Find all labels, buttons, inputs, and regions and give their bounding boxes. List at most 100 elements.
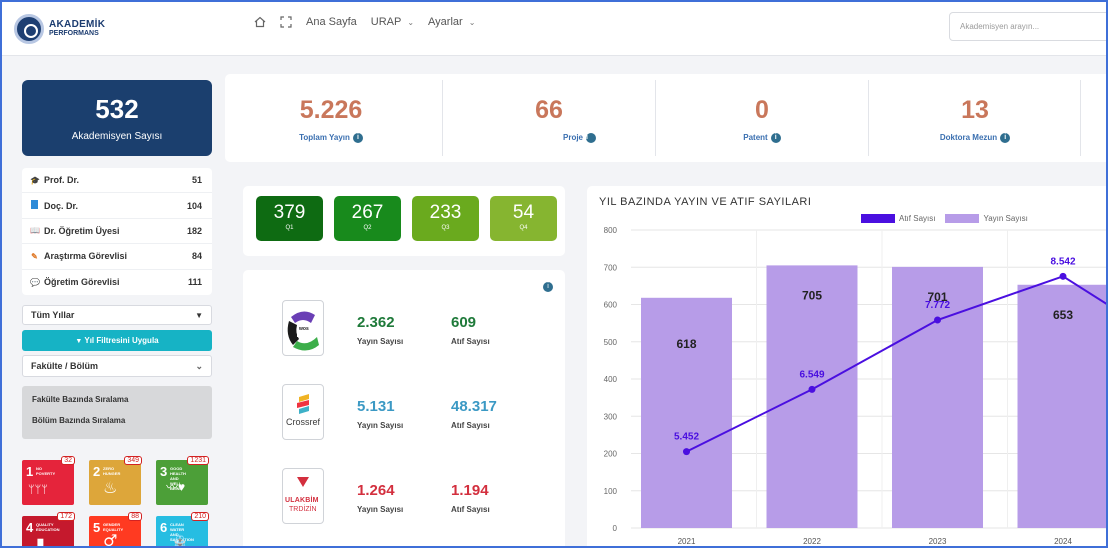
info-icon[interactable]: i	[543, 282, 553, 292]
x-tick-label: 2023	[929, 537, 947, 546]
sidebar: 532 Akademisyen Sayısı 🎓 Prof. Dr. 51 Doç…	[19, 76, 215, 548]
chevron-down-icon: ⌄	[195, 360, 203, 371]
citations-value-label: 8.542	[1050, 256, 1075, 267]
chart-legend: Atıf Sayısı Yayın Sayısı	[861, 214, 1038, 223]
chevron-down-icon: ⌄	[407, 17, 415, 27]
rank-count: 111	[187, 277, 202, 288]
chevron-down-icon: ⌄	[468, 17, 476, 27]
rank-count: 104	[186, 200, 202, 211]
sdg-tile-4[interactable]: 4 QUALITY EDUCATION ▮ 172	[22, 512, 75, 548]
stat-phd-graduates: 13 Doktora Mezun i	[869, 74, 1081, 162]
fullscreen-icon[interactable]	[280, 16, 292, 28]
bar-value-label: 705	[802, 288, 822, 302]
info-icon[interactable]: i	[352, 133, 363, 143]
nav-item-settings[interactable]: Ayarlar ⌄	[428, 16, 475, 28]
sort-by-faculty-link[interactable]: Fakülte Bazında Sıralama	[22, 386, 212, 404]
info-icon[interactable]: i	[586, 133, 597, 143]
info-icon[interactable]: i	[770, 133, 781, 143]
x-tick-label: 2024	[1054, 537, 1072, 546]
sdg-count-badge: 88	[128, 512, 142, 521]
rank-count: 84	[191, 251, 202, 262]
rank-item-prof[interactable]: 🎓 Prof. Dr. 51	[22, 168, 212, 194]
y-tick-label: 0	[613, 524, 618, 533]
wos-publications: 2.362	[357, 314, 395, 331]
logo-subtitle: PERFORMANS	[49, 30, 99, 37]
quartile-panel: 379 Q1 267 Q2 233 Q3 54 Q4	[243, 186, 565, 256]
sdg-tile-5[interactable]: 5 GENDER EQUALITY ⚥ 88	[89, 512, 142, 548]
water-icon: ⛲	[170, 536, 190, 548]
chat-icon: 💬	[30, 277, 40, 287]
quartile-q1[interactable]: 379 Q1	[256, 196, 323, 241]
rank-item-dr-ogr[interactable]: 📖 Dr. Öğretim Üyesi 182	[22, 219, 212, 245]
rank-item-ogr-gor[interactable]: 💬 Öğretim Görevlisi 111	[22, 270, 212, 295]
sdg-tile-1[interactable]: 1 NO POVERTY ᛘᛘᛘ 32	[22, 456, 75, 505]
main-nav: Ana Sayfa URAP ⌄ Ayarlar ⌄	[254, 16, 489, 28]
filter-icon: ▼	[75, 338, 83, 345]
open-book-icon: 📖	[30, 226, 40, 236]
citations-point	[808, 385, 816, 393]
index-sources-panel: i wos 2.362 Yayın Sayısı 609 Atıf Sayısı…	[243, 270, 565, 546]
wos-logo[interactable]: wos	[282, 300, 324, 356]
bar-2021	[641, 297, 732, 528]
info-icon[interactable]: i	[1000, 133, 1011, 143]
nav-item-urap[interactable]: URAP ⌄	[371, 16, 414, 28]
legend-item-citations[interactable]: Atıf Sayısı	[861, 214, 935, 223]
bar-2022	[766, 265, 858, 528]
food-bowl-icon: ♨	[103, 480, 118, 497]
crossref-publications: 5.131	[357, 398, 395, 415]
sdg-count-badge: 210	[191, 512, 209, 521]
logo-emblem-icon	[14, 14, 44, 44]
y-tick-label: 200	[604, 450, 618, 459]
rank-item-ar-gor[interactable]: ✎ Araştırma Görevlisi 84	[22, 244, 212, 270]
faculty-department-select[interactable]: Fakülte / Bölüm ⌄	[22, 355, 212, 377]
sdg-count-badge: 349	[124, 456, 142, 465]
quartile-q2[interactable]: 267 Q2	[334, 196, 401, 241]
gender-equality-icon: ⚥	[103, 536, 118, 548]
quartile-q3[interactable]: 233 Q3	[412, 196, 479, 241]
sdg-tile-3[interactable]: 3 GOOD HEALTH AND WELL-BEING 〰♥ 1231	[156, 456, 209, 505]
app-window: AKADEMİK PERFORMANS Ana Sayfa URAP ⌄ Ayar…	[0, 0, 1108, 548]
rank-list: 🎓 Prof. Dr. 51 Doç. Dr. 104 📖 Dr. Öğretim …	[22, 168, 212, 295]
caret-down-icon: ▼	[195, 310, 203, 320]
x-tick-label: 2022	[803, 537, 821, 546]
sdg-tile-6[interactable]: 6 CLEAN WATER AND SANITATION ⛲ 210	[156, 512, 209, 548]
home-icon[interactable]	[254, 16, 266, 28]
yearly-chart: 0 100 200 300 400 500 600 700 800 618 2021 705 2022 7…	[604, 226, 1106, 546]
trdizin-logo[interactable]: ULAKBİM TRDİZİN	[282, 468, 324, 524]
summary-stats-card: 5.226 Toplam Yayın i 66 Proje i 0 Patent i …	[225, 74, 1106, 162]
rank-count: 182	[186, 225, 202, 236]
trdizin-citations: 1.194	[451, 482, 489, 499]
x-tick-label: 2021	[678, 537, 696, 546]
apply-year-filter-button[interactable]: ▼ Yıl Filtresini Uygula	[22, 330, 212, 351]
sdg-tile-2[interactable]: 2 ZERO HUNGER ♨ 349	[89, 456, 142, 505]
heartbeat-icon: 〰♥	[166, 480, 186, 494]
year-select[interactable]: Tüm Yıllar ▼	[22, 305, 212, 325]
pencil-icon: ✎	[31, 251, 38, 261]
y-tick-label: 600	[604, 301, 618, 310]
y-tick-label: 500	[604, 338, 618, 347]
sdg-count-badge: 172	[57, 512, 75, 521]
logo-title: AKADEMİK	[49, 19, 106, 30]
rank-item-doc[interactable]: Doç. Dr. 104	[22, 193, 212, 219]
citations-point	[934, 316, 941, 324]
stat-total-publications: 5.226 Toplam Yayın i	[299, 96, 363, 143]
app-logo[interactable]: AKADEMİK PERFORMANS	[14, 14, 105, 44]
academic-count-label: Akademisyen Sayısı	[71, 131, 163, 142]
sdg-count-badge: 1231	[187, 456, 209, 465]
yearly-chart-panel: 0 100 200 300 400 500 600 700 800 618 2021 705 2022 7…	[587, 186, 1106, 546]
y-tick-label: 100	[604, 487, 618, 496]
y-tick-label: 300	[604, 412, 618, 421]
bar-value-label: 653	[1053, 308, 1073, 322]
citations-point	[683, 448, 690, 456]
sort-by-department-link[interactable]: Bölüm Bazında Sıralama	[22, 404, 212, 425]
citations-value-label: 6.549	[799, 369, 824, 380]
bar-value-label: 618	[676, 337, 696, 351]
quartile-q4[interactable]: 54 Q4	[490, 196, 557, 241]
academic-count-value: 532	[95, 94, 139, 124]
education-icon: ▮	[36, 536, 45, 548]
nav-item-home[interactable]: Ana Sayfa	[306, 16, 357, 28]
crossref-logo[interactable]: Crossref	[282, 384, 324, 440]
legend-item-publications[interactable]: Yayın Sayısı	[945, 214, 1028, 223]
academic-search-input[interactable]: Akademisyen arayın...	[949, 12, 1106, 41]
graduation-cap-icon: 🎓	[30, 175, 40, 185]
